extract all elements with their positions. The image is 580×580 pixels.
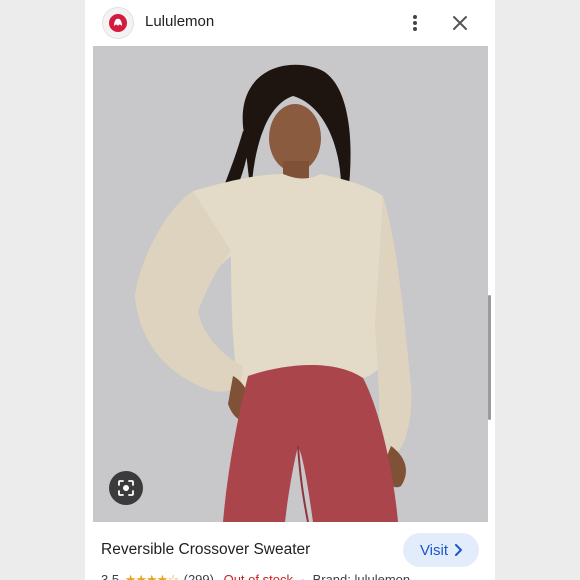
star-rating-icon: ★★★★☆: [124, 572, 179, 580]
chevron-right-icon: [455, 544, 463, 556]
close-button[interactable]: [448, 11, 472, 35]
product-meta-row: 3.5 ★★★★☆ (299) Out of stock · Brand: lu…: [101, 572, 410, 580]
left-gutter: [0, 0, 85, 580]
scrollbar-thumb[interactable]: [488, 295, 491, 420]
brand-label: Brand: lululemon: [312, 572, 411, 580]
product-title[interactable]: Reversible Crossover Sweater: [101, 541, 310, 559]
rating-value: 3.5: [101, 572, 120, 580]
product-panel: Lululemon Reversible Crossover Sweater V…: [85, 0, 495, 580]
lululemon-logo-icon: [109, 14, 127, 32]
more-options-button[interactable]: [405, 11, 425, 35]
lens-icon: [118, 480, 134, 496]
review-count[interactable]: (299): [184, 572, 214, 580]
visit-label: Visit: [419, 541, 449, 559]
product-photo: [93, 46, 488, 522]
close-icon: [453, 16, 467, 30]
product-image[interactable]: [93, 46, 488, 522]
separator-dot: ·: [300, 572, 305, 580]
lens-button[interactable]: [109, 471, 143, 505]
panel-header: Lululemon: [85, 0, 495, 46]
site-name[interactable]: Lululemon: [145, 13, 214, 30]
more-vert-icon: [413, 15, 417, 31]
visit-button[interactable]: Visit: [403, 533, 479, 567]
right-gutter: [495, 0, 580, 580]
stock-status: Out of stock: [223, 572, 293, 580]
site-logo: [102, 7, 134, 39]
